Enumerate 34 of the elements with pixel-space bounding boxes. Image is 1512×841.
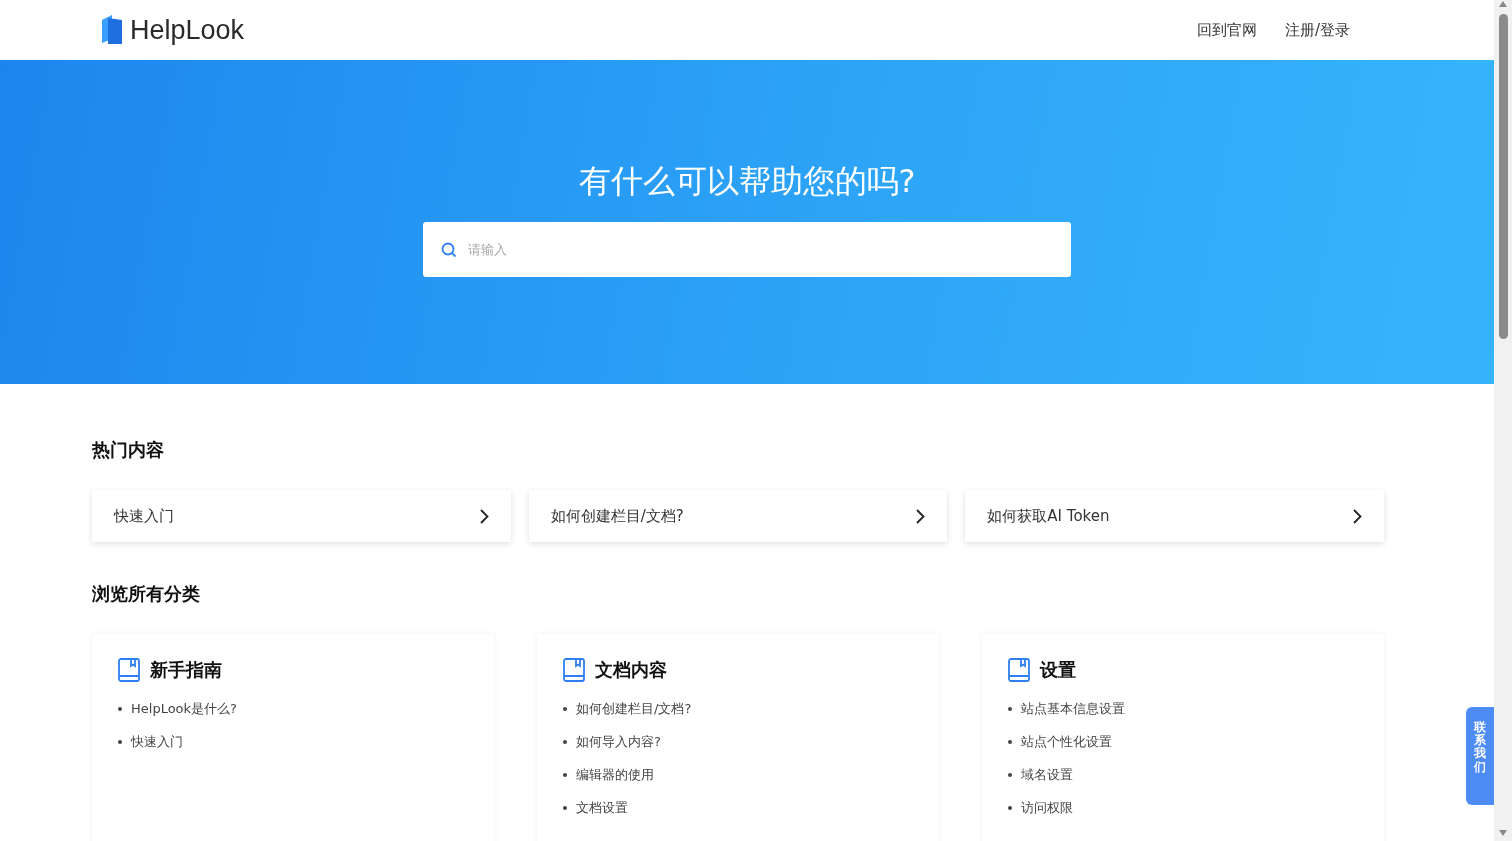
book-icon — [563, 658, 585, 682]
nav-link[interactable]: 回到官网 — [1196, 20, 1257, 40]
search-field[interactable]: 请输入 — [423, 222, 1071, 277]
category-title: 设置 — [1040, 658, 1076, 682]
search-icon — [441, 242, 457, 258]
logo-icon — [100, 14, 124, 46]
article-link[interactable]: HelpLook是什么? — [118, 692, 468, 725]
logo-text: HelpLook — [130, 14, 245, 46]
article-link[interactable]: 访问权限 — [1008, 791, 1358, 824]
article-link[interactable]: 站点个性化设置 — [1008, 725, 1358, 758]
article-link[interactable]: 快速入门 — [118, 725, 468, 758]
nav-link[interactable]: 注册/登录 — [1284, 20, 1350, 40]
book-icon — [1008, 658, 1030, 682]
article-link[interactable]: 站点基本信息设置 — [1008, 692, 1358, 725]
article-link[interactable]: 编辑器的使用 — [563, 758, 913, 791]
chevron-right-icon — [1353, 508, 1362, 524]
article-link[interactable]: 如何导入内容? — [563, 725, 913, 758]
category-title: 新手指南 — [150, 658, 222, 682]
hot-article-card[interactable]: 快速入门 — [92, 490, 511, 542]
article-link[interactable]: 文档设置 — [563, 791, 913, 824]
article-link[interactable]: 域名设置 — [1008, 758, 1358, 791]
scrollbar-thumb[interactable] — [1498, 14, 1508, 339]
section-title: 热门内容 — [92, 438, 165, 462]
scroll-up-icon[interactable] — [1498, 0, 1508, 8]
hot-article-card[interactable]: 如何创建栏目/文档? — [528, 490, 948, 542]
chevron-right-icon — [479, 508, 489, 524]
hot-article-card[interactable]: 如何获取AI Token — [965, 490, 1384, 542]
article-link[interactable]: 如何创建栏目/文档? — [563, 692, 913, 725]
chevron-right-icon — [916, 508, 926, 524]
section-title: 浏览所有分类 — [92, 582, 201, 606]
book-icon — [118, 658, 140, 682]
scroll-down-icon[interactable] — [1498, 829, 1508, 837]
hero-title: 有什么可以帮助您的吗? — [578, 161, 916, 202]
category-title: 文档内容 — [595, 658, 667, 682]
